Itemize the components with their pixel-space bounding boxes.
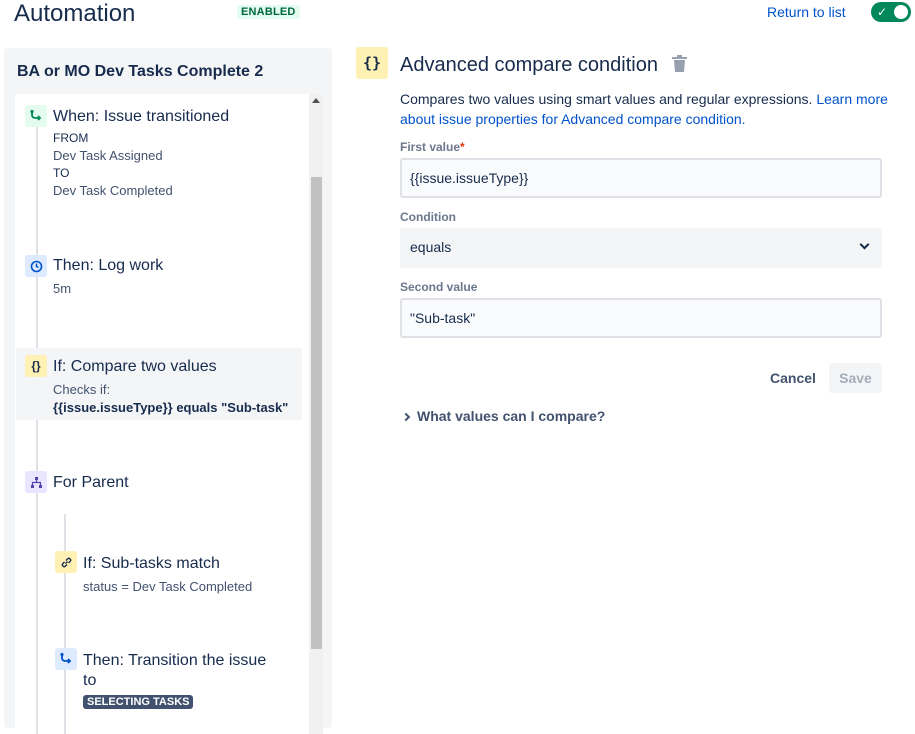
- sub-action-step[interactable]: Then: Transition the issue to SELECTING …: [15, 646, 307, 734]
- transition-icon: [55, 648, 77, 670]
- description-text: Compares two values using smart values a…: [400, 91, 813, 107]
- to-label: TO: [53, 166, 70, 180]
- condition-title: Advanced compare condition: [400, 54, 658, 76]
- step-title: For Parent: [53, 474, 129, 491]
- rule-enabled-toggle[interactable]: ✓: [871, 2, 911, 22]
- step-detail: Checks if:: [53, 382, 111, 397]
- page-title: Automation: [14, 0, 136, 27]
- branch-step[interactable]: For Parent: [15, 469, 307, 505]
- check-icon: ✓: [877, 5, 888, 19]
- step-title: If: Compare two values: [53, 358, 217, 375]
- scrollbar[interactable]: [309, 94, 323, 734]
- step-title-line1: Then: Transition the issue: [83, 652, 267, 669]
- rule-name: BA or MO Dev Tasks Complete 2: [17, 63, 264, 80]
- values-help-expander[interactable]: What values can I compare?: [401, 408, 606, 424]
- scroll-up-arrow-icon[interactable]: [312, 98, 320, 103]
- condition-selected-value: equals: [410, 239, 452, 255]
- sub-condition-step[interactable]: If: Sub-tasks match status = Dev Task Co…: [15, 549, 307, 599]
- step-detail: status = Dev Task Completed: [83, 579, 253, 594]
- transition-icon: [25, 105, 47, 127]
- chevron-down-icon: [859, 239, 870, 250]
- step-detail-expression: {{issue.issueType}} equals "Sub-task": [53, 400, 289, 415]
- cancel-button[interactable]: Cancel: [760, 363, 826, 393]
- save-button[interactable]: Save: [829, 363, 882, 393]
- step-title-line2: to: [83, 672, 97, 689]
- hierarchy-icon: [25, 471, 47, 493]
- action-step[interactable]: Then: Log work 5m: [15, 249, 307, 309]
- status-badge: ENABLED: [237, 5, 300, 19]
- second-value-label: Second value: [400, 280, 478, 294]
- from-value: Dev Task Assigned: [53, 148, 163, 163]
- from-label: FROM: [53, 131, 89, 145]
- trash-icon[interactable]: [671, 55, 688, 78]
- step-title: If: Sub-tasks match: [83, 555, 220, 572]
- condition-select[interactable]: equals: [400, 228, 882, 268]
- condition-step[interactable]: {} If: Compare two values Checks if: {{i…: [15, 348, 307, 420]
- rule-step-list: When: Issue transitioned FROM Dev Task A…: [15, 94, 323, 734]
- rule-panel: BA or MO Dev Tasks Complete 2 When: Issu…: [4, 48, 332, 734]
- step-title: When: Issue transitioned: [53, 108, 230, 125]
- first-value-input[interactable]: {{issue.issueType}}: [400, 158, 882, 198]
- scroll-thumb[interactable]: [311, 177, 322, 649]
- link-icon: [55, 551, 77, 573]
- chevron-right-icon: [401, 412, 411, 422]
- braces-icon: {}: [25, 355, 47, 377]
- second-value-input[interactable]: "Sub-task": [400, 298, 882, 338]
- return-to-list-link[interactable]: Return to list: [767, 4, 846, 20]
- first-value-label: First value*: [400, 140, 465, 154]
- braces-icon: {}: [356, 47, 388, 79]
- toggle-knob: [894, 5, 908, 19]
- condition-label: Condition: [400, 210, 456, 224]
- step-detail: 5m: [53, 281, 72, 296]
- expander-label: What values can I compare?: [417, 408, 606, 424]
- step-title: Then: Log work: [53, 257, 164, 274]
- to-value: Dev Task Completed: [53, 183, 173, 198]
- clock-icon: [25, 255, 47, 277]
- status-lozenge: SELECTING TASKS: [83, 695, 194, 709]
- condition-description: Compares two values using smart values a…: [400, 90, 890, 129]
- trigger-step[interactable]: When: Issue transitioned FROM Dev Task A…: [15, 94, 307, 214]
